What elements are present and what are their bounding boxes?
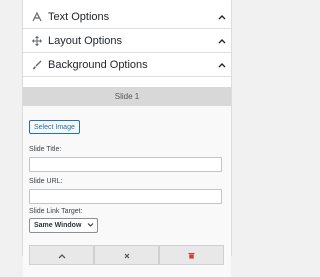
close-button[interactable] <box>94 245 159 265</box>
brush-icon <box>23 60 46 70</box>
options-panel: Text Options Layout Options Background O… <box>22 0 232 277</box>
delete-slide-button[interactable] <box>159 245 224 265</box>
chevron-down-icon <box>87 222 94 230</box>
accordion-background-options[interactable]: Background Options <box>23 53 231 77</box>
slide-title: Slide 1 <box>114 92 140 101</box>
chevron-up-icon[interactable] <box>213 62 231 68</box>
move-up-button[interactable] <box>29 245 94 265</box>
accordion-label: Background Options <box>48 58 148 71</box>
slide-url-label: Slide URL: <box>29 178 63 185</box>
accordion-label: Text Options <box>48 10 110 23</box>
slide-link-target-select[interactable]: Same Window <box>29 218 98 233</box>
slide-actions <box>29 245 224 265</box>
select-image-button[interactable]: Select Image <box>29 120 80 134</box>
move-icon <box>23 35 46 46</box>
trash-icon <box>188 246 195 264</box>
accordion-text-options[interactable]: Text Options <box>23 5 231 29</box>
accordion-label: Layout Options <box>48 34 122 47</box>
slide-link-target-label: Slide Link Target: <box>29 208 83 215</box>
accordion-layout-options[interactable]: Layout Options <box>23 29 231 53</box>
chevron-up-icon[interactable] <box>213 38 231 44</box>
chevron-up-icon[interactable] <box>213 14 231 20</box>
slide-header[interactable]: Slide 1 <box>23 87 231 106</box>
select-value: Same Window <box>34 222 82 229</box>
slide-url-input[interactable] <box>29 189 222 204</box>
slide-card: Slide 1 Select Image Slide Title: Slide … <box>23 87 231 277</box>
close-icon <box>124 246 130 264</box>
text-icon <box>23 11 46 22</box>
move-up-icon <box>58 246 66 264</box>
slide-title-input[interactable] <box>29 157 222 172</box>
slide-title-label: Slide Title: <box>29 146 62 153</box>
